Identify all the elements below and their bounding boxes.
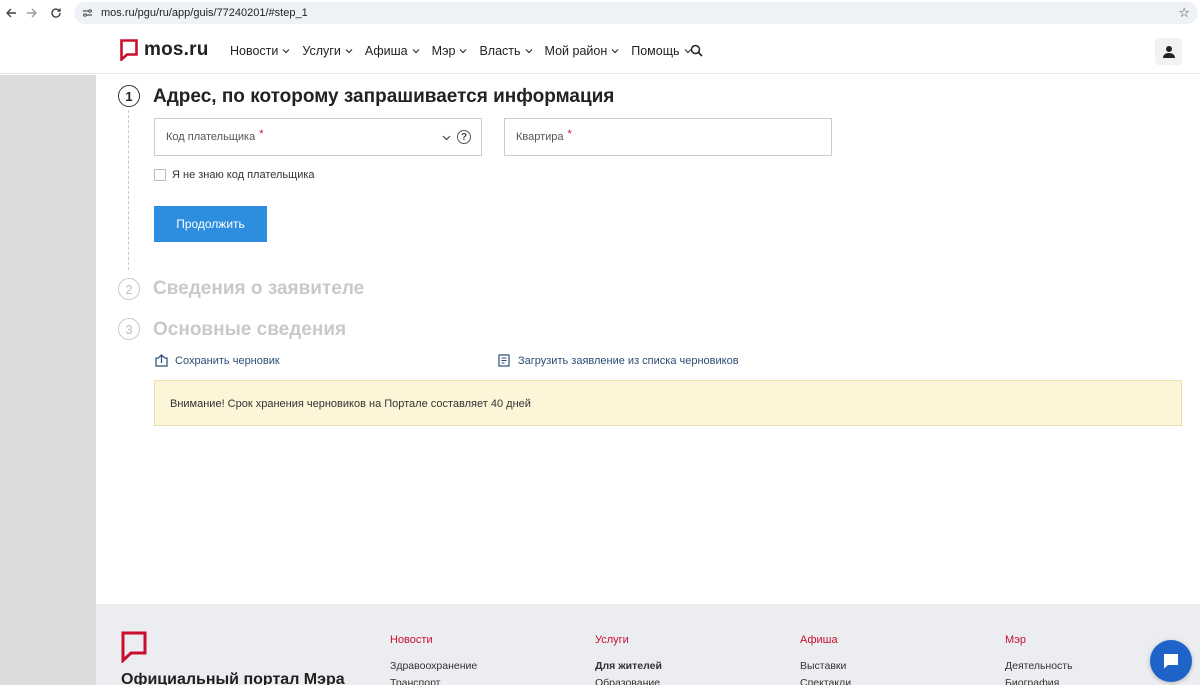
apartment-label: Квартира * <box>516 128 572 143</box>
nav-item-services[interactable]: Услуги <box>302 44 353 58</box>
upload-icon <box>155 354 168 367</box>
chat-bubble-icon <box>1164 654 1178 669</box>
site-logo[interactable]: mos.ru <box>120 39 209 61</box>
footer-column-news: Новости Здравоохранение Транспорт <box>390 634 477 685</box>
chevron-down-icon <box>282 49 290 54</box>
unknown-payer-code-label: Я не знаю код плательщика <box>172 169 315 181</box>
footer-link[interactable]: Здравоохранение <box>390 660 477 672</box>
load-draft-label: Загрузить заявление из списка черновиков <box>518 354 739 367</box>
site-header: mos.ru Новости Услуги Афиша Мэр Власть М… <box>0 28 1200 74</box>
footer-link[interactable]: Выставки <box>800 660 851 672</box>
back-arrow-icon[interactable] <box>0 2 22 24</box>
footer-column-heading[interactable]: Новости <box>390 634 477 646</box>
chevron-down-icon <box>525 49 532 54</box>
step-connector-line <box>128 110 129 270</box>
nav-item-my-district[interactable]: Мой район <box>545 44 620 58</box>
nav-label: Помощь <box>631 44 680 58</box>
save-draft-link[interactable]: Сохранить черновик <box>155 354 280 367</box>
step-title-1: Адрес, по которому запрашивается информа… <box>153 86 615 107</box>
nav-label: Власть <box>479 44 521 58</box>
nav-label: Мэр <box>431 44 456 58</box>
chevron-down-icon <box>345 49 353 54</box>
user-icon <box>1162 45 1175 58</box>
footer-column-heading[interactable]: Афиша <box>800 634 851 646</box>
footer-link[interactable]: Образование <box>595 677 662 685</box>
nav-item-help[interactable]: Помощь <box>631 44 691 58</box>
load-draft-link[interactable]: Загрузить заявление из списка черновиков <box>498 354 739 367</box>
unknown-payer-code-checkbox[interactable] <box>154 169 166 181</box>
footer-link[interactable]: Транспорт <box>390 677 477 685</box>
url-text: mos.ru/pgu/ru/app/guis/77240201/#step_1 <box>101 7 308 19</box>
left-gutter <box>0 75 96 685</box>
chevron-down-icon <box>460 49 467 54</box>
nav-label: Услуги <box>302 44 341 58</box>
browser-toolbar: mos.ru/pgu/ru/app/guis/77240201/#step_1 … <box>0 0 1200 26</box>
reload-icon[interactable] <box>45 2 67 24</box>
user-account-button[interactable] <box>1155 38 1182 65</box>
nav-label: Мой район <box>544 44 608 58</box>
nav-item-afisha[interactable]: Афиша <box>365 44 420 58</box>
forward-arrow-icon[interactable] <box>21 2 43 24</box>
step-number-3: 3 <box>118 318 140 340</box>
search-icon[interactable] <box>690 44 703 57</box>
nav-label: Новости <box>230 44 279 58</box>
footer-link[interactable]: Спектакли <box>800 677 851 685</box>
apartment-input[interactable]: Квартира * <box>504 118 832 156</box>
logo-text: mos.ru <box>144 39 209 60</box>
footer-link[interactable]: Для жителей <box>595 660 662 672</box>
payer-code-select[interactable]: Код плательщика * ? <box>154 118 482 156</box>
save-draft-label: Сохранить черновик <box>175 354 280 367</box>
chat-button[interactable] <box>1150 640 1192 682</box>
continue-button[interactable]: Продолжить <box>154 206 267 242</box>
nav-item-mayor[interactable]: Мэр <box>432 44 468 58</box>
site-footer: Официальный портал Мэра Новости Здравоох… <box>96 604 1200 685</box>
bookmark-star-icon[interactable]: ☆ <box>1178 5 1190 21</box>
main-nav: Новости Услуги Афиша Мэр Власть Мой райо… <box>230 44 704 58</box>
footer-link[interactable]: Деятельность <box>1005 660 1073 672</box>
chevron-down-icon <box>412 49 420 54</box>
unknown-payer-code-option[interactable]: Я не знаю код плательщика <box>154 169 315 181</box>
nav-label: Афиша <box>364 44 408 58</box>
footer-column-heading[interactable]: Услуги <box>595 634 662 646</box>
help-question-icon[interactable]: ? <box>457 130 471 144</box>
nav-item-news[interactable]: Новости <box>230 44 290 58</box>
address-bar[interactable]: mos.ru/pgu/ru/app/guis/77240201/#step_1 … <box>74 2 1198 24</box>
logo-mark-icon <box>120 39 138 61</box>
footer-column-mayor: Мэр Деятельность Биография <box>1005 634 1073 685</box>
step-number-1: 1 <box>118 85 140 107</box>
step-title-2: Сведения о заявителе <box>153 278 365 299</box>
footer-column-afisha: Афиша Выставки Спектакли <box>800 634 851 685</box>
footer-link[interactable]: Биография <box>1005 677 1073 685</box>
footer-column-heading[interactable]: Мэр <box>1005 634 1073 646</box>
step-number-2: 2 <box>118 278 140 300</box>
footer-title: Официальный портал Мэра <box>121 671 345 685</box>
payer-code-label: Код плательщика * <box>166 128 264 143</box>
site-settings-icon[interactable] <box>82 7 94 19</box>
document-list-icon <box>498 354 510 367</box>
nav-item-government[interactable]: Власть <box>479 44 532 58</box>
footer-logo-icon[interactable] <box>121 631 147 663</box>
chevron-down-icon <box>611 49 619 54</box>
chevron-down-icon[interactable] <box>442 133 451 142</box>
step-title-3: Основные сведения <box>153 319 347 340</box>
footer-column-services: Услуги Для жителей Образование <box>595 634 662 685</box>
draft-storage-notice: Внимание! Срок хранения черновиков на По… <box>154 380 1182 426</box>
